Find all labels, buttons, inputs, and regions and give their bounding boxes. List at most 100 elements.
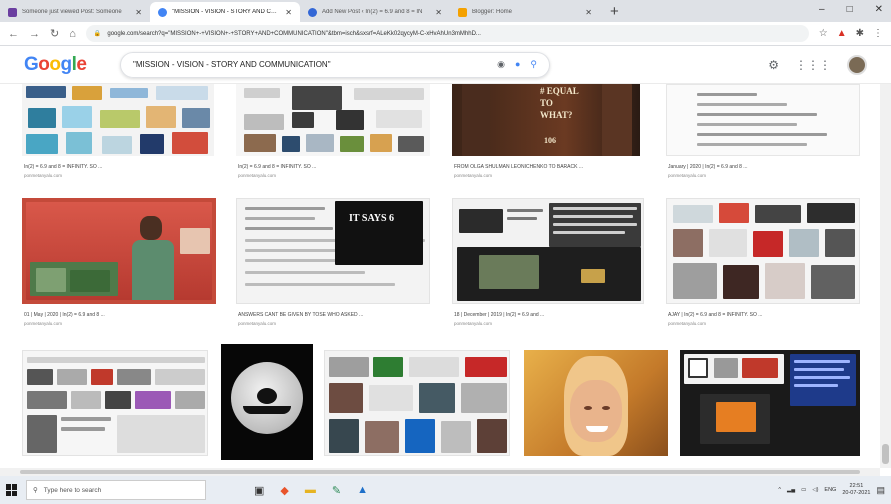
menu-icon[interactable]: ⋮ bbox=[873, 28, 883, 39]
result-card[interactable] bbox=[324, 350, 512, 468]
result-card[interactable]: # EQUAL TO WHAT? 106 FROM OLGA SHULMAN L… bbox=[452, 84, 646, 184]
tab-4[interactable]: Blogger: Home ✕ bbox=[450, 2, 600, 22]
scroll-thumb[interactable] bbox=[20, 470, 860, 474]
chevron-up-icon[interactable]: ^ bbox=[778, 487, 781, 493]
close-tab-icon[interactable]: ✕ bbox=[285, 8, 292, 17]
notification-icon[interactable]: ▤ bbox=[876, 485, 885, 496]
google-header: Google "MISSION - VISION - STORY AND COM… bbox=[0, 46, 891, 84]
result-thumbnail[interactable] bbox=[22, 350, 208, 456]
search-icon[interactable]: ⚲ bbox=[530, 59, 537, 70]
file-explorer-icon[interactable]: ▬ bbox=[305, 484, 316, 497]
result-card[interactable]: IT SAYS 6 ANSWERS CANT BE GIVEN BY TOSE … bbox=[236, 198, 432, 334]
browser-window: Someone just viewed Post: Someone ✕ "MIS… bbox=[0, 0, 891, 504]
result-card[interactable]: 01 | May | 2020 | In(2) = 6.9 and 8 ... … bbox=[22, 198, 216, 334]
result-thumbnail[interactable]: # EQUAL TO WHAT? 106 bbox=[452, 84, 640, 156]
new-tab-button[interactable]: + bbox=[610, 3, 619, 22]
scroll-thumb[interactable] bbox=[882, 444, 889, 464]
result-card[interactable] bbox=[221, 344, 313, 468]
vertical-scrollbar[interactable] bbox=[880, 84, 891, 468]
result-thumbnail[interactable] bbox=[221, 344, 313, 460]
star-icon[interactable]: ☆ bbox=[819, 28, 828, 39]
search-icon: ⚲ bbox=[33, 487, 38, 494]
result-card[interactable]: In(2) = 6.9 and 8 = INFINITY. SO ... pon… bbox=[22, 84, 216, 184]
google-favicon-icon bbox=[158, 7, 167, 17]
close-tab-icon[interactable]: ✕ bbox=[435, 8, 442, 17]
taskbar-search[interactable]: ⚲ Type here to search bbox=[26, 480, 206, 500]
tab-title: Add New Post ‹ In(2) = 6.9 and 8 = IN bbox=[322, 9, 423, 15]
tab-1[interactable]: Someone just viewed Post: Someone ✕ bbox=[0, 2, 150, 22]
result-source: ponmetanyalu.com bbox=[24, 173, 63, 178]
close-tab-icon[interactable]: ✕ bbox=[585, 8, 592, 17]
result-source: ponmetanyalu.com bbox=[238, 173, 277, 178]
settings-icon[interactable]: ⚙ bbox=[768, 58, 779, 72]
volume-icon[interactable]: ◁) bbox=[812, 487, 818, 493]
overlay-text: 106 bbox=[544, 136, 556, 145]
result-card[interactable] bbox=[680, 350, 862, 468]
result-source: ponmetanyalu.com bbox=[668, 321, 707, 326]
tab-2[interactable]: "MISSION - VISION - STORY AND COMM ✕ bbox=[150, 2, 300, 22]
mic-icon[interactable]: ● bbox=[515, 59, 520, 70]
brave-browser-icon[interactable]: ◆ bbox=[280, 484, 288, 497]
result-card[interactable]: 18 | December | 2019 | In(2) = 6.9 and .… bbox=[452, 198, 646, 334]
minimize-button[interactable]: – bbox=[819, 4, 825, 15]
date: 20-07-2021 bbox=[842, 490, 871, 496]
reload-button[interactable]: ↻ bbox=[50, 27, 59, 40]
result-card[interactable]: AJAY | In(2) = 6.9 and 8 = INFINITY. SO … bbox=[666, 198, 862, 334]
horizontal-scrollbar[interactable] bbox=[0, 468, 880, 476]
extensions: ☆ ▲ ✱ ⋮ bbox=[819, 28, 883, 39]
result-caption: AJAY | In(2) = 6.9 and 8 = INFINITY. SO … bbox=[668, 312, 763, 318]
google-logo[interactable]: Google bbox=[24, 54, 120, 76]
close-tab-icon[interactable]: ✕ bbox=[135, 8, 142, 17]
tab-title: "MISSION - VISION - STORY AND COMM bbox=[172, 9, 281, 15]
language-indicator[interactable]: ENG bbox=[824, 487, 836, 493]
result-source: ponmetanyalu.com bbox=[454, 173, 493, 178]
result-caption: FROM OLGA SHULMAN LEONICHENKO TO BARACK … bbox=[454, 164, 584, 170]
system-tray: ^ ▂▄ ▭ ◁) ENG 22:51 20-07-2021 ▤ bbox=[778, 483, 885, 497]
result-thumbnail[interactable] bbox=[452, 198, 644, 304]
windows-start-icon[interactable] bbox=[6, 484, 18, 496]
result-thumbnail[interactable] bbox=[666, 198, 860, 304]
extension-icon[interactable]: ▲ bbox=[837, 28, 847, 39]
browser-toolbar: ← → ↻ ⌂ 🔒 google.com/search?q="MISSION+-… bbox=[0, 22, 891, 46]
address-bar[interactable]: 🔒 google.com/search?q="MISSION+-+VISION+… bbox=[85, 25, 809, 42]
camera-icon[interactable]: ◉ bbox=[497, 59, 505, 70]
tab-favicon bbox=[8, 7, 17, 17]
taskbar-search-input[interactable]: Type here to search bbox=[44, 487, 101, 494]
maximize-button[interactable]: □ bbox=[847, 4, 853, 15]
result-caption: ANSWERS CANT BE GIVEN BY TOSE WHO ASKED … bbox=[238, 312, 364, 318]
result-thumbnail[interactable] bbox=[22, 84, 214, 156]
search-box[interactable]: "MISSION - VISION - STORY AND COMMUNICAT… bbox=[120, 51, 550, 78]
close-window-button[interactable]: ✕ bbox=[875, 4, 883, 15]
clock[interactable]: 22:51 20-07-2021 bbox=[842, 483, 870, 497]
result-thumbnail[interactable] bbox=[236, 84, 430, 156]
result-caption: 01 | May | 2020 | In(2) = 6.9 and 8 ... bbox=[24, 312, 105, 318]
result-thumbnail[interactable]: IT SAYS 6 bbox=[236, 198, 430, 304]
result-thumbnail[interactable] bbox=[666, 84, 860, 156]
result-thumbnail[interactable] bbox=[324, 350, 510, 456]
tab-3[interactable]: Add New Post ‹ In(2) = 6.9 and 8 = IN ✕ bbox=[300, 2, 450, 22]
photos-icon[interactable]: ▲ bbox=[357, 484, 368, 497]
overlay-text: IT SAYS 6 bbox=[349, 213, 395, 224]
window-controls: – □ ✕ bbox=[819, 4, 883, 15]
puzzle-icon[interactable]: ✱ bbox=[856, 28, 864, 39]
result-card[interactable] bbox=[22, 350, 210, 468]
network-icon[interactable]: ▂▄ bbox=[787, 487, 795, 493]
task-view-icon[interactable]: ▣ bbox=[254, 484, 264, 497]
result-card[interactable]: In(2) = 6.9 and 8 = INFINITY. SO ... pon… bbox=[236, 84, 432, 184]
result-card[interactable] bbox=[524, 350, 670, 468]
search-input[interactable]: "MISSION - VISION - STORY AND COMMUNICAT… bbox=[133, 60, 497, 69]
result-thumbnail[interactable] bbox=[524, 350, 668, 456]
result-thumbnail[interactable] bbox=[22, 198, 216, 304]
apps-grid-icon[interactable]: ⋮⋮⋮ bbox=[795, 58, 831, 72]
blogger-favicon-icon bbox=[458, 7, 467, 17]
result-card[interactable]: January | 2020 | In(2) = 6.9 and 8 ... p… bbox=[666, 84, 862, 184]
paint-icon[interactable]: ✎ bbox=[332, 484, 341, 497]
avatar[interactable] bbox=[847, 54, 867, 75]
battery-icon[interactable]: ▭ bbox=[801, 487, 806, 493]
tab-title: Blogger: Home bbox=[472, 9, 513, 15]
forward-button[interactable]: → bbox=[29, 28, 40, 40]
back-button[interactable]: ← bbox=[8, 28, 19, 40]
overlay-text: WHAT? bbox=[540, 110, 573, 120]
home-button[interactable]: ⌂ bbox=[69, 28, 76, 40]
result-thumbnail[interactable] bbox=[680, 350, 860, 456]
